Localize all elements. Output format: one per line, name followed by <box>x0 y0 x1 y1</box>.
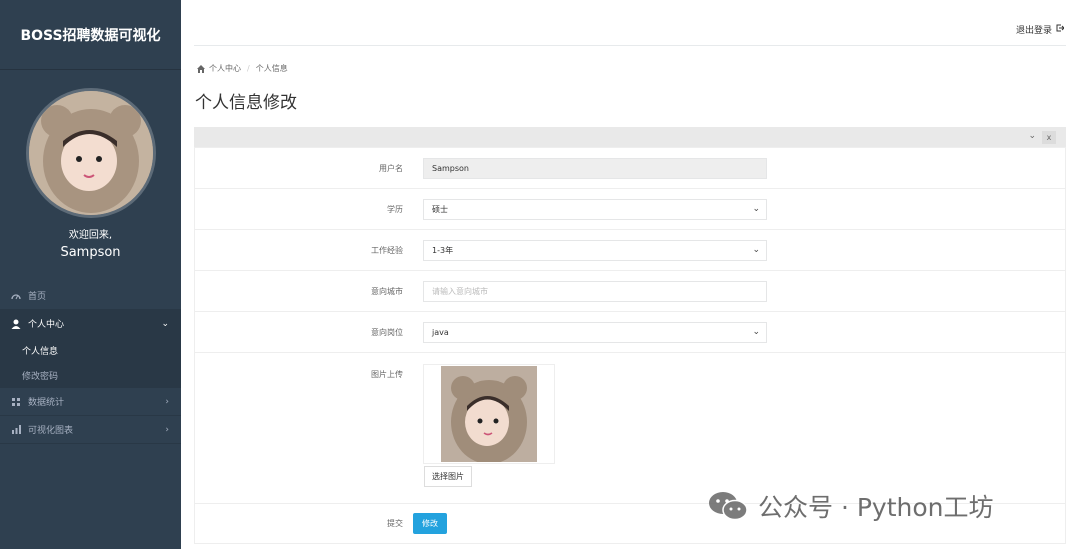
education-value: 硕士 <box>432 205 448 214</box>
education-label: 学历 <box>387 205 403 214</box>
watermark-text: 公众号 · Python工坊 <box>758 493 994 522</box>
bar-chart-icon <box>10 425 22 434</box>
logout-link[interactable]: 退出登录 <box>1015 23 1065 36</box>
profile-form: 用户名 Sampson 学历 硕士 ⌄ 工作经验 1-3年 ⌄ 意向城市 请输入… <box>194 147 1066 544</box>
form-row-education: 学历 硕士 ⌄ <box>195 189 1065 230</box>
panel-header: ⌄ x <box>194 127 1066 147</box>
logout-icon <box>1056 24 1065 35</box>
logout-label: 退出登录 <box>1015 26 1052 36</box>
sidebar-nav: 首页 个人中心 ⌄ 个人信息 修改密码 数据统计 › 可视化图表 › <box>0 282 181 444</box>
close-icon[interactable]: x <box>1042 131 1056 144</box>
app-title: BOSS招聘数据可视化 <box>0 0 181 70</box>
page-title: 个人信息修改 <box>195 93 297 113</box>
home-icon <box>197 64 205 73</box>
uploaded-image <box>441 366 537 462</box>
experience-select[interactable]: 1-3年 ⌄ <box>423 240 767 261</box>
image-preview <box>423 364 555 464</box>
choose-image-button[interactable]: 选择图片 <box>424 466 472 487</box>
sidebar-item-label: 数据统计 <box>28 398 65 408</box>
username-label: 用户名 <box>379 164 403 173</box>
sidebar-item-label: 个人中心 <box>28 320 65 330</box>
form-row-experience: 工作经验 1-3年 ⌄ <box>195 230 1065 271</box>
breadcrumb-item[interactable]: 个人中心 <box>209 63 241 74</box>
chevron-down-icon: ⌄ <box>752 204 760 214</box>
city-label: 意向城市 <box>371 287 403 296</box>
sidebar-item-statistics[interactable]: 数据统计 › <box>0 388 181 416</box>
dashboard-icon <box>10 292 22 300</box>
sidebar-item-label: 可视化图表 <box>28 426 74 436</box>
sidebar-subitem-profile[interactable]: 个人信息 <box>0 338 181 363</box>
experience-value: 1-3年 <box>432 246 454 255</box>
chevron-down-icon: ⌄ <box>752 245 760 255</box>
education-select[interactable]: 硕士 ⌄ <box>423 199 767 220</box>
user-icon <box>10 319 22 329</box>
breadcrumb-separator: / <box>247 64 250 73</box>
sidebar-item-home[interactable]: 首页 <box>0 282 181 310</box>
sidebar-subitem-change-password[interactable]: 修改密码 <box>0 363 181 388</box>
image-label: 图片上传 <box>371 370 403 379</box>
experience-label: 工作经验 <box>371 246 403 255</box>
form-row-username: 用户名 Sampson <box>195 148 1065 189</box>
chevron-right-icon: › <box>165 396 169 407</box>
grid-icon <box>10 397 22 406</box>
username-field[interactable]: Sampson <box>423 158 767 179</box>
form-row-city: 意向城市 请输入意向城市 <box>195 271 1065 312</box>
sidebar-item-personal-center[interactable]: 个人中心 ⌄ <box>0 310 181 338</box>
welcome-text: 欢迎回来, <box>68 230 113 241</box>
top-bar: 退出登录 <box>194 0 1066 46</box>
wechat-icon <box>708 491 748 521</box>
avatar <box>25 88 156 218</box>
submit-label: 提交 <box>387 519 403 528</box>
watermark: 公众号 · Python工坊 <box>708 488 994 524</box>
collapse-icon[interactable]: ⌄ <box>1028 131 1036 141</box>
chevron-down-icon: ⌄ <box>161 318 169 329</box>
sidebar-username: Sampson <box>60 245 121 260</box>
breadcrumb-current: 个人信息 <box>255 64 288 73</box>
chevron-down-icon: ⌄ <box>752 327 760 337</box>
position-select[interactable]: java ⌄ <box>423 322 767 343</box>
breadcrumb: 个人中心 / 个人信息 <box>197 63 288 74</box>
submit-button[interactable]: 修改 <box>413 513 447 534</box>
sidebar: BOSS招聘数据可视化 欢迎回来, Sampson 首页 个人中心 ⌄ 个人信息… <box>0 0 181 549</box>
sidebar-item-label: 首页 <box>28 292 47 302</box>
sidebar-item-charts[interactable]: 可视化图表 › <box>0 416 181 444</box>
position-value: java <box>432 328 449 337</box>
chevron-right-icon: › <box>165 424 169 435</box>
position-label: 意向岗位 <box>371 328 403 337</box>
city-input[interactable]: 请输入意向城市 <box>423 281 767 302</box>
form-row-position: 意向岗位 java ⌄ <box>195 312 1065 353</box>
form-row-image: 图片上传 <box>195 353 1065 504</box>
